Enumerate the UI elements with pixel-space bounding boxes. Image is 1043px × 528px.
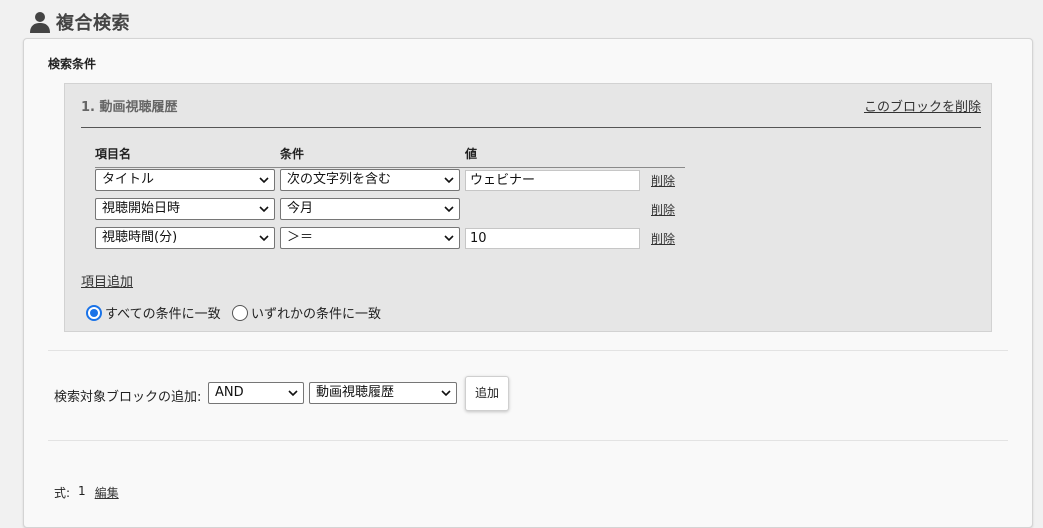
chevron-down-icon xyxy=(444,206,454,213)
operator-select[interactable]: AND xyxy=(208,382,304,404)
radio-label: すべての条件に一致 xyxy=(105,307,221,322)
item-select-value: 視聴時間(分) xyxy=(102,230,178,245)
value-input[interactable]: ウェビナー xyxy=(465,170,640,191)
chevron-down-icon xyxy=(259,177,269,184)
condition-select-value: 次の文字列を含む xyxy=(287,172,392,187)
radio-label: いずれかの条件に一致 xyxy=(251,307,382,322)
add-item-link[interactable]: 項目追加 xyxy=(81,271,133,290)
condition-select[interactable]: ＞＝ xyxy=(280,227,460,249)
formula-value: 1 xyxy=(78,484,86,498)
item-select[interactable]: タイトル xyxy=(95,169,275,191)
chevron-down-icon xyxy=(259,235,269,242)
chevron-down-icon xyxy=(441,390,451,397)
delete-block-link[interactable]: このブロックを削除 xyxy=(864,96,981,115)
block-divider xyxy=(81,127,981,128)
target-block-select-value: 動画視聴履歴 xyxy=(316,385,395,400)
edit-formula-link[interactable]: 編集 xyxy=(95,484,119,501)
add-block-button[interactable]: 追加 xyxy=(465,376,509,411)
search-card: 検索条件 1. 動画視聴履歴 このブロックを削除 項目名 条件 値 タイトル 次… xyxy=(23,38,1033,528)
condition-select[interactable]: 今月 xyxy=(280,198,460,220)
page-title: 複合検索 xyxy=(56,13,130,34)
formula-row: 式: 1 編集 xyxy=(54,484,119,501)
delete-row-link[interactable]: 削除 xyxy=(651,172,675,189)
target-block-select[interactable]: 動画視聴履歴 xyxy=(309,382,457,404)
person-icon xyxy=(30,12,50,33)
delete-row-link[interactable]: 削除 xyxy=(651,230,675,247)
condition-select-value: ＞＝ xyxy=(287,230,314,245)
add-block-label: 検索対象ブロックの追加: xyxy=(54,390,202,405)
chevron-down-icon xyxy=(288,390,298,397)
item-select-value: 視聴開始日時 xyxy=(102,201,181,216)
condition-block: 1. 動画視聴履歴 このブロックを削除 項目名 条件 値 タイトル 次の文字列を… xyxy=(64,83,992,332)
section-label: 検索条件 xyxy=(48,57,97,71)
chevron-down-icon xyxy=(444,177,454,184)
operator-select-value: AND xyxy=(215,385,244,400)
condition-select-value: 今月 xyxy=(287,201,314,216)
value-input[interactable]: 10 xyxy=(465,228,640,249)
column-header-value: 値 xyxy=(465,147,478,161)
formula-label: 式: xyxy=(54,486,71,500)
chevron-down-icon xyxy=(259,206,269,213)
block-title: 1. 動画視聴履歴 xyxy=(81,100,178,115)
condition-select[interactable]: 次の文字列を含む xyxy=(280,169,460,191)
match-any-option[interactable]: いずれかの条件に一致 xyxy=(232,303,381,322)
radio-selected-icon[interactable] xyxy=(86,304,102,321)
match-all-option[interactable]: すべての条件に一致 xyxy=(86,303,221,322)
item-select[interactable]: 視聴開始日時 xyxy=(95,198,275,220)
page-header: 複合検索 xyxy=(28,8,130,36)
item-select[interactable]: 視聴時間(分) xyxy=(95,227,275,249)
section-divider xyxy=(48,440,1008,441)
column-header-item: 項目名 xyxy=(95,147,132,161)
column-header-condition: 条件 xyxy=(280,147,305,161)
header-divider xyxy=(95,167,685,168)
item-select-value: タイトル xyxy=(102,172,155,187)
chevron-down-icon xyxy=(444,235,454,242)
section-divider xyxy=(48,350,1008,351)
delete-row-link[interactable]: 削除 xyxy=(651,201,675,218)
radio-unselected-icon[interactable] xyxy=(232,304,248,321)
